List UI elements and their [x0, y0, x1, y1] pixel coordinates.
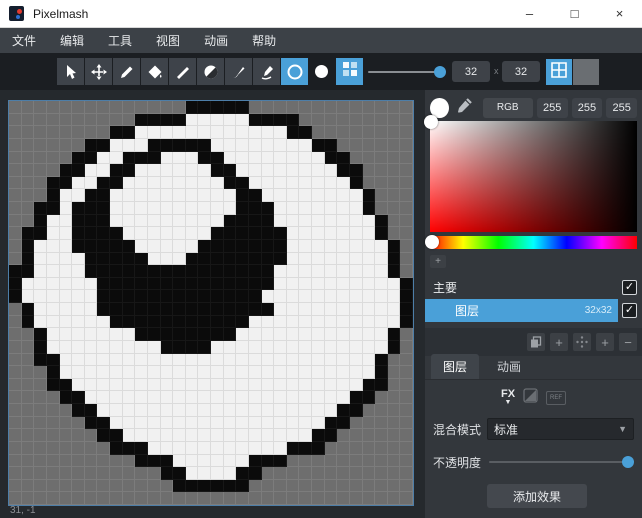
- group-visibility-checkbox[interactable]: ✓: [622, 280, 637, 295]
- close-button[interactable]: ×: [597, 0, 642, 28]
- green-value-field[interactable]: 255: [572, 98, 603, 118]
- round-brush-icon: [315, 65, 328, 78]
- brush-size-slider[interactable]: [368, 71, 440, 73]
- move-icon: [91, 64, 107, 80]
- layer-size-badge: 32x32: [585, 305, 612, 316]
- curve-tool-button[interactable]: [253, 58, 280, 85]
- menu-file[interactable]: 文件: [0, 28, 48, 53]
- shade-tool-button[interactable]: [197, 58, 224, 85]
- minimize-button[interactable]: –: [507, 0, 552, 28]
- pixelmash-window: Pixelmash – □ × 文件 编辑 工具 视图 动画 帮助: [0, 0, 642, 518]
- window-title: Pixelmash: [33, 7, 88, 21]
- brush-shape-button[interactable]: [308, 58, 335, 85]
- saturation-value-picker[interactable]: [430, 121, 637, 232]
- layer-group-name: 主要: [433, 279, 457, 296]
- blend-mode-value: 标准: [494, 421, 518, 438]
- canvas-height-field[interactable]: 32: [502, 61, 540, 82]
- cursor-coordinates: 31, -1: [10, 505, 36, 516]
- brush-icon: [231, 64, 247, 80]
- opacity-slider[interactable]: [489, 461, 634, 463]
- ref-icon[interactable]: REF: [546, 391, 566, 405]
- right-panel: RGB 255 255 255 + 主要 ✓ 图层 32x32 ✓ + + −: [425, 90, 642, 518]
- hue-cursor[interactable]: [425, 235, 439, 249]
- brush-tool-button[interactable]: [225, 58, 252, 85]
- line-tool-button[interactable]: [169, 58, 196, 85]
- checker-icon: [343, 62, 357, 81]
- blend-mode-row: 混合模式 标准 ▼: [433, 418, 634, 440]
- cursor-icon: [63, 64, 79, 80]
- blend-mode-label: 混合模式: [433, 421, 481, 438]
- maximize-button[interactable]: □: [552, 0, 597, 28]
- menu-bar: 文件 编辑 工具 视图 动画 帮助: [0, 28, 642, 53]
- canvas-width-field[interactable]: 32: [452, 61, 490, 82]
- effects-icon-row: FX ▼ REF: [425, 386, 642, 410]
- dropdown-caret-icon: ▼: [618, 424, 627, 434]
- color-picker-cursor[interactable]: [424, 115, 438, 129]
- add-swatch-button[interactable]: +: [430, 255, 446, 268]
- opacity-row: 不透明度: [433, 452, 634, 472]
- curve-pen-icon: [259, 64, 275, 80]
- color-mode-button[interactable]: RGB: [483, 98, 533, 118]
- hue-slider[interactable]: [430, 236, 637, 249]
- blue-value-field[interactable]: 255: [606, 98, 637, 118]
- circle-icon: [286, 63, 304, 81]
- layer-group-row[interactable]: 主要 ✓: [425, 276, 642, 298]
- title-bar: Pixelmash – □ ×: [0, 0, 642, 28]
- fx-icon[interactable]: FX ▼: [501, 391, 515, 406]
- paint-bucket-icon: [147, 64, 163, 80]
- pencil-tool-button[interactable]: [113, 58, 140, 85]
- fx-chevron-icon: ▼: [505, 399, 512, 406]
- mask-icon[interactable]: [523, 388, 538, 408]
- select-tool-button[interactable]: [57, 58, 84, 85]
- layer-buttons-strip: + + −: [425, 328, 642, 356]
- blend-mode-select[interactable]: 标准 ▼: [487, 418, 634, 440]
- red-value-field[interactable]: 255: [537, 98, 568, 118]
- toolbar: 32 x 32: [0, 53, 642, 90]
- add-group-button[interactable]: +: [550, 333, 568, 351]
- tool-buttons: [57, 58, 308, 85]
- menu-view[interactable]: 视图: [144, 28, 192, 53]
- eyedropper-icon[interactable]: [457, 97, 473, 118]
- layer-visibility-checkbox[interactable]: ✓: [622, 303, 637, 318]
- opacity-slider-knob[interactable]: [622, 456, 634, 468]
- opacity-label: 不透明度: [433, 454, 481, 471]
- menu-edit[interactable]: 编辑: [48, 28, 96, 53]
- color-row: RGB 255 255 255: [430, 97, 637, 118]
- pixel-grid[interactable]: [9, 101, 413, 505]
- remove-layer-button[interactable]: −: [619, 333, 637, 351]
- panel-tabs: 图层 动画: [425, 356, 642, 380]
- window-controls: – □ ×: [507, 0, 642, 28]
- fill-tool-button[interactable]: [141, 58, 168, 85]
- size-separator: x: [494, 66, 499, 76]
- shade-circle-icon: [203, 64, 219, 80]
- grid-off-button[interactable]: [573, 59, 599, 85]
- app-logo-icon: [9, 6, 24, 21]
- layer-row[interactable]: 图层 32x32 ✓: [425, 299, 642, 322]
- pencil-icon: [119, 64, 135, 80]
- add-effect-button[interactable]: 添加效果: [487, 484, 587, 508]
- ellipse-tool-button[interactable]: [281, 58, 308, 85]
- add-layer-button[interactable]: +: [596, 333, 614, 351]
- menu-help[interactable]: 帮助: [240, 28, 288, 53]
- menu-tools[interactable]: 工具: [96, 28, 144, 53]
- dither-toggle-button[interactable]: [336, 58, 363, 85]
- tab-layers[interactable]: 图层: [431, 354, 479, 379]
- center-layer-button[interactable]: [573, 333, 591, 351]
- line-icon: [175, 64, 191, 80]
- grid-icon: [551, 62, 567, 83]
- pixel-canvas[interactable]: [8, 100, 414, 506]
- grid-toggle-button[interactable]: [546, 59, 572, 85]
- slider-knob[interactable]: [434, 66, 446, 78]
- duplicate-layer-button[interactable]: [527, 333, 545, 351]
- move-tool-button[interactable]: [85, 58, 112, 85]
- layer-name: 图层: [455, 302, 479, 319]
- tab-animation[interactable]: 动画: [485, 354, 533, 379]
- menu-animation[interactable]: 动画: [192, 28, 240, 53]
